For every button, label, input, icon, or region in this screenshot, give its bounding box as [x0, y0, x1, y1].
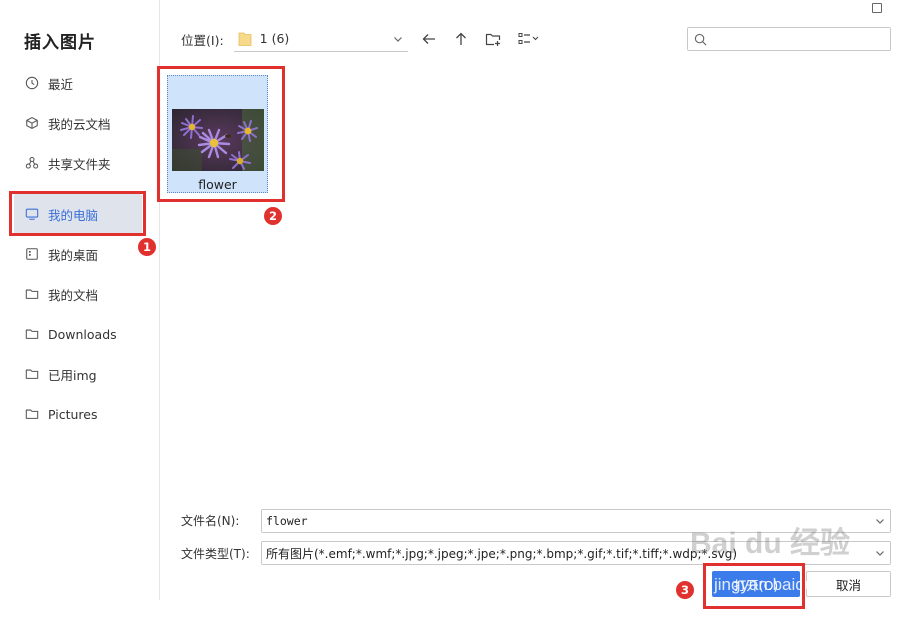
chevron-down-icon[interactable]: [874, 515, 886, 527]
new-folder-button[interactable]: [482, 28, 504, 50]
chevron-down-icon: [393, 37, 402, 42]
filetype-select[interactable]: 所有图片(*.emf;*.wmf;*.jpg;*.jpeg;*.jpe;*.pn…: [261, 541, 891, 565]
search-input[interactable]: [711, 29, 890, 49]
sidebar: 插入图片 最近 我的云文档 共享文件夹 我的电脑 我的桌面 我的文档 Downl…: [0, 0, 160, 600]
open-button[interactable]: 打开(O): [712, 571, 800, 597]
filename-combobox[interactable]: [261, 509, 891, 533]
flower-thumbnail: [172, 109, 264, 171]
sidebar-item-label: 我的桌面: [48, 247, 99, 263]
sidebar-item-cloud-docs[interactable]: 我的云文档: [14, 103, 142, 143]
cube-icon: [24, 115, 40, 131]
folder-icon: [24, 286, 40, 302]
sidebar-item-recent[interactable]: 最近: [14, 63, 142, 103]
desktop-icon: [24, 246, 40, 262]
insert-picture-dialog: 插入图片 最近 我的云文档 共享文件夹 我的电脑 我的桌面 我的文档 Downl…: [0, 0, 898, 618]
filename-input[interactable]: [266, 511, 856, 531]
location-toolbar: 位置(I): 1 (6): [181, 26, 544, 52]
sidebar-item-label: 共享文件夹: [48, 156, 111, 172]
location-dropdown[interactable]: 1 (6): [233, 26, 408, 52]
sidebar-item-pictures[interactable]: Pictures: [14, 394, 142, 434]
clock-icon: [24, 75, 40, 91]
filename-row: 文件名(N):: [181, 512, 261, 529]
search-box[interactable]: [687, 27, 891, 51]
folder-icon: [24, 366, 40, 382]
sidebar-item-label: 我的文档: [48, 287, 99, 303]
file-item-flower[interactable]: flower: [167, 75, 268, 193]
file-name: flower: [198, 177, 237, 192]
sidebar-item-my-documents[interactable]: 我的文档: [14, 274, 142, 314]
chevron-down-icon: [876, 551, 884, 556]
arrow-left-icon: [422, 34, 435, 44]
sidebar-item-my-computer[interactable]: 我的电脑: [14, 194, 142, 234]
share-icon: [24, 155, 40, 171]
filename-label: 文件名(N):: [181, 514, 240, 528]
sidebar-item-label: 我的电脑: [48, 207, 99, 223]
folder-icon: [24, 406, 40, 422]
step-badge-1: 1: [137, 237, 157, 257]
sidebar-item-downloads[interactable]: Downloads: [14, 314, 142, 354]
up-folder-button[interactable]: [450, 28, 472, 50]
filetype-label: 文件类型(T):: [181, 547, 250, 561]
sidebar-item-my-desktop[interactable]: 我的桌面: [14, 234, 142, 274]
list-view-icon: [518, 33, 539, 44]
folder-icon: [24, 326, 40, 342]
sidebar-item-label: 已用img: [48, 367, 97, 383]
folder-icon: [238, 32, 252, 46]
search-icon: [694, 33, 707, 45]
dialog-title: 插入图片: [24, 33, 96, 53]
sidebar-item-label: 我的云文档: [48, 116, 111, 132]
step-badge-3: 3: [675, 580, 695, 600]
sidebar-item-label: Downloads: [48, 326, 117, 342]
sidebar-item-label: 最近: [48, 76, 74, 92]
location-label: 位置(I):: [181, 32, 224, 48]
step-badge-2: 2: [263, 206, 283, 226]
sidebar-item-shared-folder[interactable]: 共享文件夹: [14, 143, 142, 183]
filetype-row: 文件类型(T):: [181, 545, 261, 562]
location-value: 1 (6): [259, 31, 290, 46]
maximize-button[interactable]: [872, 3, 882, 13]
sidebar-nav: 最近 我的云文档 共享文件夹 我的电脑 我的桌面 我的文档 Downloads …: [14, 63, 142, 434]
sidebar-item-label: Pictures: [48, 406, 98, 422]
file-list-area[interactable]: [161, 60, 898, 490]
filetype-value: 所有图片(*.emf;*.wmf;*.jpg;*.jpeg;*.jpe;*.pn…: [266, 546, 738, 561]
arrow-up-icon: [455, 32, 466, 45]
view-mode-button[interactable]: [514, 28, 544, 50]
monitor-icon: [24, 206, 40, 222]
cancel-button[interactable]: 取消: [806, 571, 891, 597]
sidebar-item-used-img[interactable]: 已用img: [14, 354, 142, 394]
back-button[interactable]: [418, 28, 440, 50]
new-folder-icon: [485, 33, 500, 46]
